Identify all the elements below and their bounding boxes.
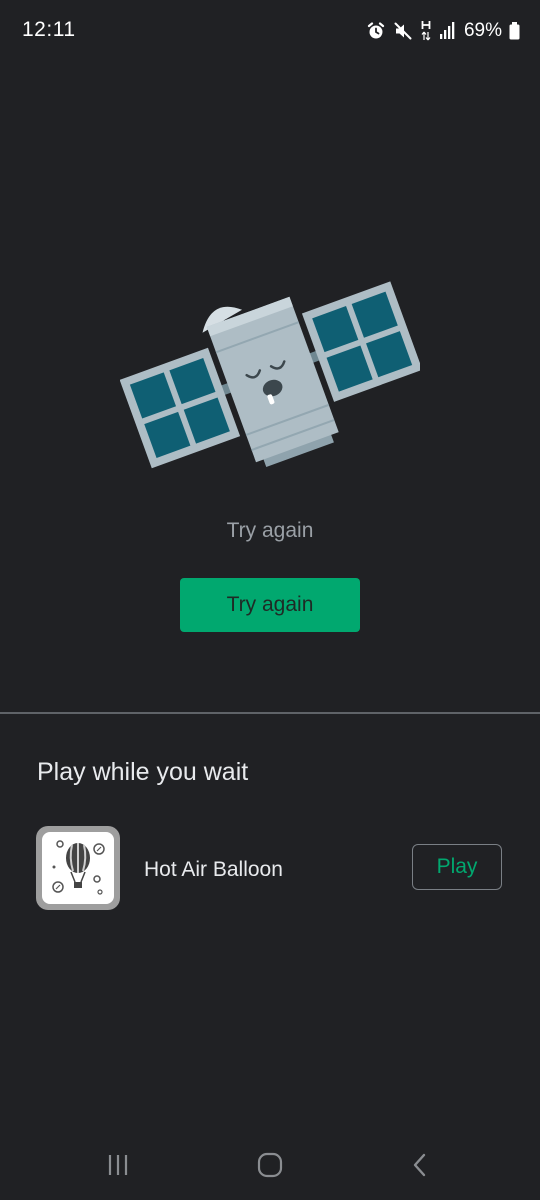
error-message: Try again	[226, 519, 314, 542]
status-bar: 12:11 69%	[0, 0, 540, 60]
play-button-label: Play	[436, 855, 478, 878]
signal-icon	[439, 22, 455, 39]
battery-icon	[509, 22, 520, 40]
alarm-icon	[367, 22, 385, 39]
recent-apps-button[interactable]	[98, 1148, 138, 1182]
hot-air-balloon-icon[interactable]	[36, 826, 120, 910]
game-list-item[interactable]: Hot Air Balloon Play	[0, 824, 540, 914]
section-divider	[0, 712, 540, 714]
sleeping-satellite-illustration	[120, 281, 420, 469]
play-while-you-wait-heading: Play while you wait	[37, 758, 249, 786]
home-button[interactable]	[250, 1148, 290, 1182]
status-time: 12:11	[22, 18, 76, 41]
hspa-data-icon	[421, 21, 431, 41]
recent-apps-icon	[108, 1155, 128, 1175]
back-button[interactable]	[400, 1148, 440, 1182]
screen: 12:11 69% Try again Try again Play while…	[0, 0, 540, 1200]
battery-percent: 69%	[463, 20, 502, 41]
try-again-button-label: Try again	[226, 593, 314, 616]
back-icon	[413, 1153, 426, 1177]
play-button[interactable]: Play	[412, 844, 502, 890]
home-icon	[257, 1152, 283, 1178]
mute-icon	[394, 22, 412, 40]
status-icons: 69%	[366, 19, 520, 43]
try-again-button[interactable]: Try again	[180, 578, 360, 632]
navigation-bar	[0, 1130, 540, 1200]
game-title: Hot Air Balloon	[144, 858, 283, 881]
balloon-artwork	[52, 840, 105, 895]
